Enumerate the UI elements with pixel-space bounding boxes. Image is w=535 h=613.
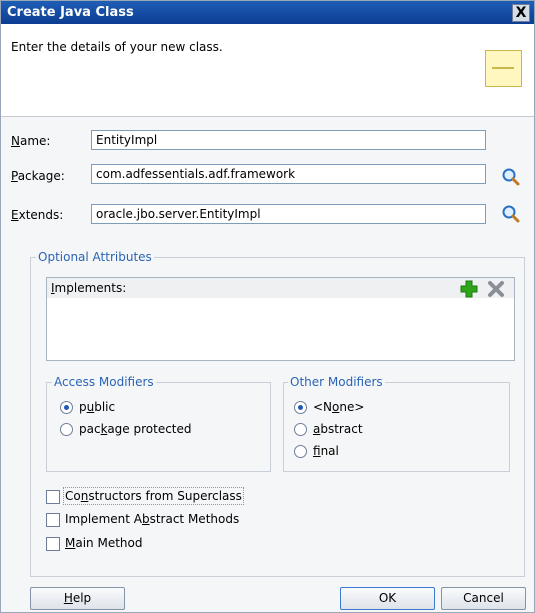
name-field[interactable]: EntityImpl — [91, 130, 486, 150]
name-label: Name: — [11, 134, 51, 148]
extends-label: Extends: — [11, 208, 64, 222]
extends-field[interactable]: oracle.jbo.server.EntityImpl — [91, 204, 486, 224]
other-modifiers-legend: Other Modifiers — [288, 375, 385, 389]
instructions-text: Enter the details of your new class. — [11, 40, 223, 54]
dialog-title: Create Java Class — [7, 5, 134, 20]
search-icon[interactable] — [501, 167, 521, 187]
search-icon[interactable] — [501, 204, 521, 224]
ok-button[interactable]: OK — [340, 587, 435, 610]
package-protected-radio[interactable] — [60, 423, 73, 436]
implements-label: Implements: — [51, 281, 127, 295]
create-java-class-dialog: Create Java Class X Enter the details of… — [0, 0, 535, 613]
add-icon[interactable] — [460, 280, 478, 298]
abstract-label[interactable]: abstract — [313, 422, 363, 436]
final-label[interactable]: final — [313, 444, 339, 458]
abstract-methods-checkbox[interactable] — [46, 513, 60, 527]
package-label: Package: — [11, 169, 65, 183]
optional-attributes-legend: Optional Attributes — [36, 250, 154, 264]
title-bar[interactable]: Create Java Class X — [1, 1, 534, 24]
package-protected-label[interactable]: package protected — [79, 422, 192, 436]
main-method-checkbox[interactable] — [46, 537, 60, 551]
remove-icon[interactable] — [487, 280, 505, 298]
constructors-checkbox[interactable] — [46, 490, 60, 504]
access-modifiers-legend: Access Modifiers — [52, 375, 156, 389]
constructors-label[interactable]: Constructors from Superclass — [63, 487, 244, 505]
help-button[interactable]: Help — [30, 587, 125, 610]
close-button[interactable]: X — [512, 4, 530, 22]
main-method-label[interactable]: Main Method — [65, 536, 142, 550]
abstract-methods-label[interactable]: Implement Abstract Methods — [65, 512, 239, 526]
cancel-button[interactable]: Cancel — [441, 587, 526, 610]
final-radio[interactable] — [294, 445, 307, 458]
public-label[interactable]: public — [79, 400, 115, 414]
none-label[interactable]: <None> — [313, 400, 364, 414]
package-field[interactable]: com.adfessentials.adf.framework — [91, 164, 486, 184]
public-radio[interactable] — [60, 401, 73, 414]
implements-list[interactable] — [46, 298, 515, 361]
abstract-radio[interactable] — [294, 423, 307, 436]
note-icon — [485, 50, 522, 87]
none-radio[interactable] — [294, 401, 307, 414]
dialog-header: Enter the details of your new class. — [1, 24, 534, 117]
implements-header: Implements: — [46, 277, 515, 299]
